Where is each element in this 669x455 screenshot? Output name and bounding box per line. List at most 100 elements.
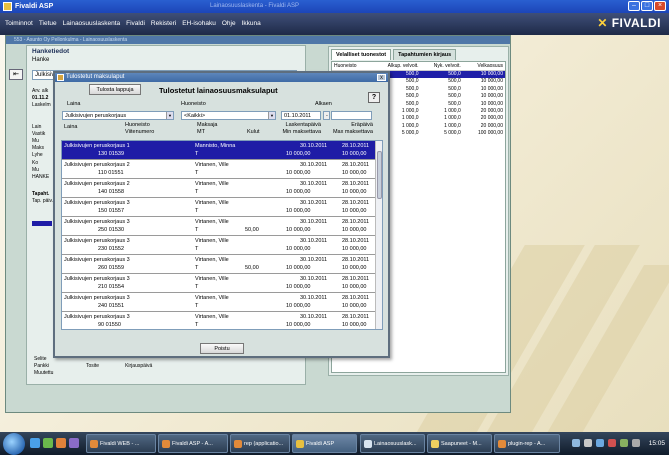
maksulaput-list: Julkisivujen peruskorjaus 1 130 01539 Man…: [61, 140, 383, 330]
list-item[interactable]: Julkisivujen peruskorjaus 3 210 01554 Vir…: [62, 274, 382, 293]
taskbar-button-lainaosuuslaskenta[interactable]: Lainaosuuslask...: [360, 434, 425, 453]
fivaldi-icon: [296, 440, 304, 448]
quicklaunch-app-icon[interactable]: [69, 438, 79, 448]
tray-language-icon[interactable]: [596, 439, 604, 447]
print-slips-button[interactable]: Tulosta lappuja: [89, 84, 141, 95]
close-icon[interactable]: ×: [654, 1, 666, 11]
list-item[interactable]: Julkisivujen peruskorjaus 3 260 01559 Vir…: [62, 255, 382, 274]
list-item[interactable]: Julkisivujen peruskorjaus 3 230 01552 Vir…: [62, 236, 382, 255]
taskbar-button-fivaldi-web[interactable]: Fivaldi WEB - ...: [86, 434, 156, 453]
tray-alert-icon[interactable]: [608, 439, 616, 447]
dialog-heading: Tulostetut lainaosuusmaksulaput: [159, 86, 278, 95]
tray-network-icon[interactable]: [572, 439, 580, 447]
quicklaunch-firefox-icon[interactable]: [56, 438, 66, 448]
alkaen-date-input[interactable]: 01.10.2011: [281, 111, 321, 120]
dialog-icon: [57, 74, 64, 81]
quicklaunch-ie-icon[interactable]: [30, 438, 40, 448]
col-alkup-velvoit: Alkup. velvoit.: [387, 63, 419, 69]
menu-item-eh-isohaku[interactable]: EH-isohaku: [182, 20, 216, 27]
panel-subheader: Hanke: [32, 57, 50, 63]
list-item[interactable]: Julkisivujen peruskorjaus 3 250 01530 Vir…: [62, 217, 382, 236]
menu-item-tietue[interactable]: Tietue: [39, 20, 57, 27]
menu-item-rekisteri[interactable]: Rekisteri: [151, 20, 176, 27]
laina-select[interactable]: Julkisivujen peruskorjaus ▼: [62, 111, 174, 120]
brand-text: FIVALDI: [611, 16, 661, 30]
list-item[interactable]: Julkisivujen peruskorjaus 3 90 01550 Virt…: [62, 312, 382, 329]
window-caption: Lainaosuuslaskenta - Fivaldi ASP: [210, 3, 300, 9]
list-item[interactable]: Julkisivujen peruskorjaus 3 240 01551 Vir…: [62, 293, 382, 312]
quicklaunch-explorer-icon[interactable]: [43, 438, 53, 448]
taskbar-button-fivaldi-asp-a[interactable]: Fivaldi ASP - A...: [158, 434, 228, 453]
window-titlebar: Fivaldi ASP Lainaosuuslaskenta - Fivaldi…: [0, 0, 669, 13]
close-dialog-button[interactable]: Poistu: [200, 343, 244, 354]
minimize-icon[interactable]: –: [628, 1, 640, 11]
label-lyhe: Lyhe: [32, 152, 43, 159]
toggle-panel-icon[interactable]: ⇤: [9, 69, 23, 80]
chevron-down-icon[interactable]: ▼: [166, 112, 173, 119]
huoneisto-select-value: <Kaikki>: [184, 113, 206, 119]
list-item[interactable]: Julkisivujen peruskorjaus 2 110 01551 Vir…: [62, 160, 382, 179]
velalliset-header: Huoneisto Alkup. velvoit. Nyk. velvoit. …: [332, 62, 505, 71]
menu-item-fivaldi[interactable]: Fivaldi: [126, 20, 145, 27]
list-scrollbar[interactable]: [375, 141, 382, 329]
date-range-separator: -: [323, 111, 330, 120]
start-button[interactable]: [3, 433, 25, 455]
huoneisto-select[interactable]: <Kaikki> ▼: [181, 111, 276, 120]
tab-tapahtumien-kirjaus[interactable]: Tapahtumien kirjaus: [393, 49, 457, 60]
col-huoneisto: Huoneisto: [334, 63, 357, 69]
mail-icon: [431, 440, 439, 448]
menu-item-lainaosuuslaskenta[interactable]: Lainaosuuslaskenta: [63, 20, 120, 27]
menu: Toiminnot Tietue Lainaosuuslaskenta Fiva…: [5, 20, 261, 27]
hdr-huoneisto: Huoneisto Viitenumero: [125, 122, 155, 135]
side-label-list: Arv. alk 01.11.2 Laskelm Lain Vastik Mu …: [32, 88, 53, 206]
bottom-columns: Tosite Kirjauspäivä: [86, 363, 152, 369]
label-vastik: Vastik: [32, 130, 46, 137]
taskbar-button-rep[interactable]: rep (applicatio...: [230, 434, 290, 453]
firefox-icon: [234, 440, 242, 448]
brand-logo: ✕ FIVALDI: [597, 16, 661, 30]
hdr-kulut: Kulut: [247, 129, 260, 135]
paattyen-date-input[interactable]: [331, 111, 372, 120]
list-item[interactable]: Julkisivujen peruskorjaus 2 140 01558 Vir…: [62, 179, 382, 198]
panel-tabs: Velalliset tuonestot Tapahtumien kirjaus: [329, 47, 508, 60]
label-arv-alk: Arv. alk: [32, 88, 49, 94]
bottom-labels: Selite Pankki Muutettu: [34, 356, 53, 378]
scrollbar-thumb[interactable]: [377, 151, 382, 199]
taskbar-button-plugin-rep[interactable]: plugin-rep - A...: [494, 434, 560, 453]
label-ko: Ko: [32, 159, 39, 166]
taskbar: Fivaldi WEB - ... Fivaldi ASP - A... rep…: [0, 432, 669, 455]
dialog-titlebar: Tulostetut maksulaput x: [55, 73, 388, 82]
app-icon: [3, 2, 12, 11]
tapahtumat-selected-row[interactable]: [32, 221, 52, 226]
list-item[interactable]: Julkisivujen peruskorjaus 3 150 01557 Vir…: [62, 198, 382, 217]
maksulaput-dialog: Tulostetut maksulaput x Tulosta lappuja …: [53, 71, 390, 358]
firefox-icon: [162, 440, 170, 448]
menu-item-ikkuna[interactable]: Ikkuna: [242, 20, 261, 27]
hdr-erapaiva: Eräpäivä Max maksettava: [332, 122, 373, 135]
menu-item-toiminnot[interactable]: Toiminnot: [5, 20, 33, 27]
hdr-maksaja: Maksaja MT: [197, 122, 218, 135]
tray-app-icon[interactable]: [620, 439, 628, 447]
list-item[interactable]: Julkisivujen peruskorjaus 1 130 01539 Man…: [62, 141, 382, 160]
tab-velalliset[interactable]: Velalliset tuonestot: [331, 49, 392, 60]
label-hanke: HANKE: [32, 174, 50, 181]
chevron-down-icon[interactable]: ▼: [268, 112, 275, 119]
label-tosite: Tosite: [86, 363, 100, 369]
tray-volume-icon[interactable]: [584, 439, 592, 447]
help-button[interactable]: ?: [368, 92, 380, 103]
tray-misc-icon[interactable]: [632, 439, 640, 447]
taskbar-clock[interactable]: 15:05: [649, 432, 665, 455]
dialog-close-icon[interactable]: x: [377, 74, 386, 81]
taskbar-button-saapuneet[interactable]: Saapuneet - M...: [427, 434, 492, 453]
maximize-icon[interactable]: □: [641, 1, 653, 11]
label-laina: Laina: [67, 101, 81, 107]
label-mu2: Mu: [32, 166, 39, 173]
hdr-laskentapaiva: Laskentapäivä Min maksettava: [282, 122, 321, 135]
menu-item-ohje[interactable]: Ohje: [222, 20, 236, 27]
main-window-title: 553 - Asunto Oy Pellonkulma - Lainaosuus…: [6, 36, 510, 44]
window-title: Fivaldi ASP: [15, 3, 54, 10]
label-pankki: Pankki: [34, 363, 50, 370]
document-icon: [364, 440, 372, 448]
window-controls: – □ ×: [628, 1, 666, 11]
taskbar-button-fivaldi-asp[interactable]: Fivaldi ASP: [292, 434, 357, 453]
